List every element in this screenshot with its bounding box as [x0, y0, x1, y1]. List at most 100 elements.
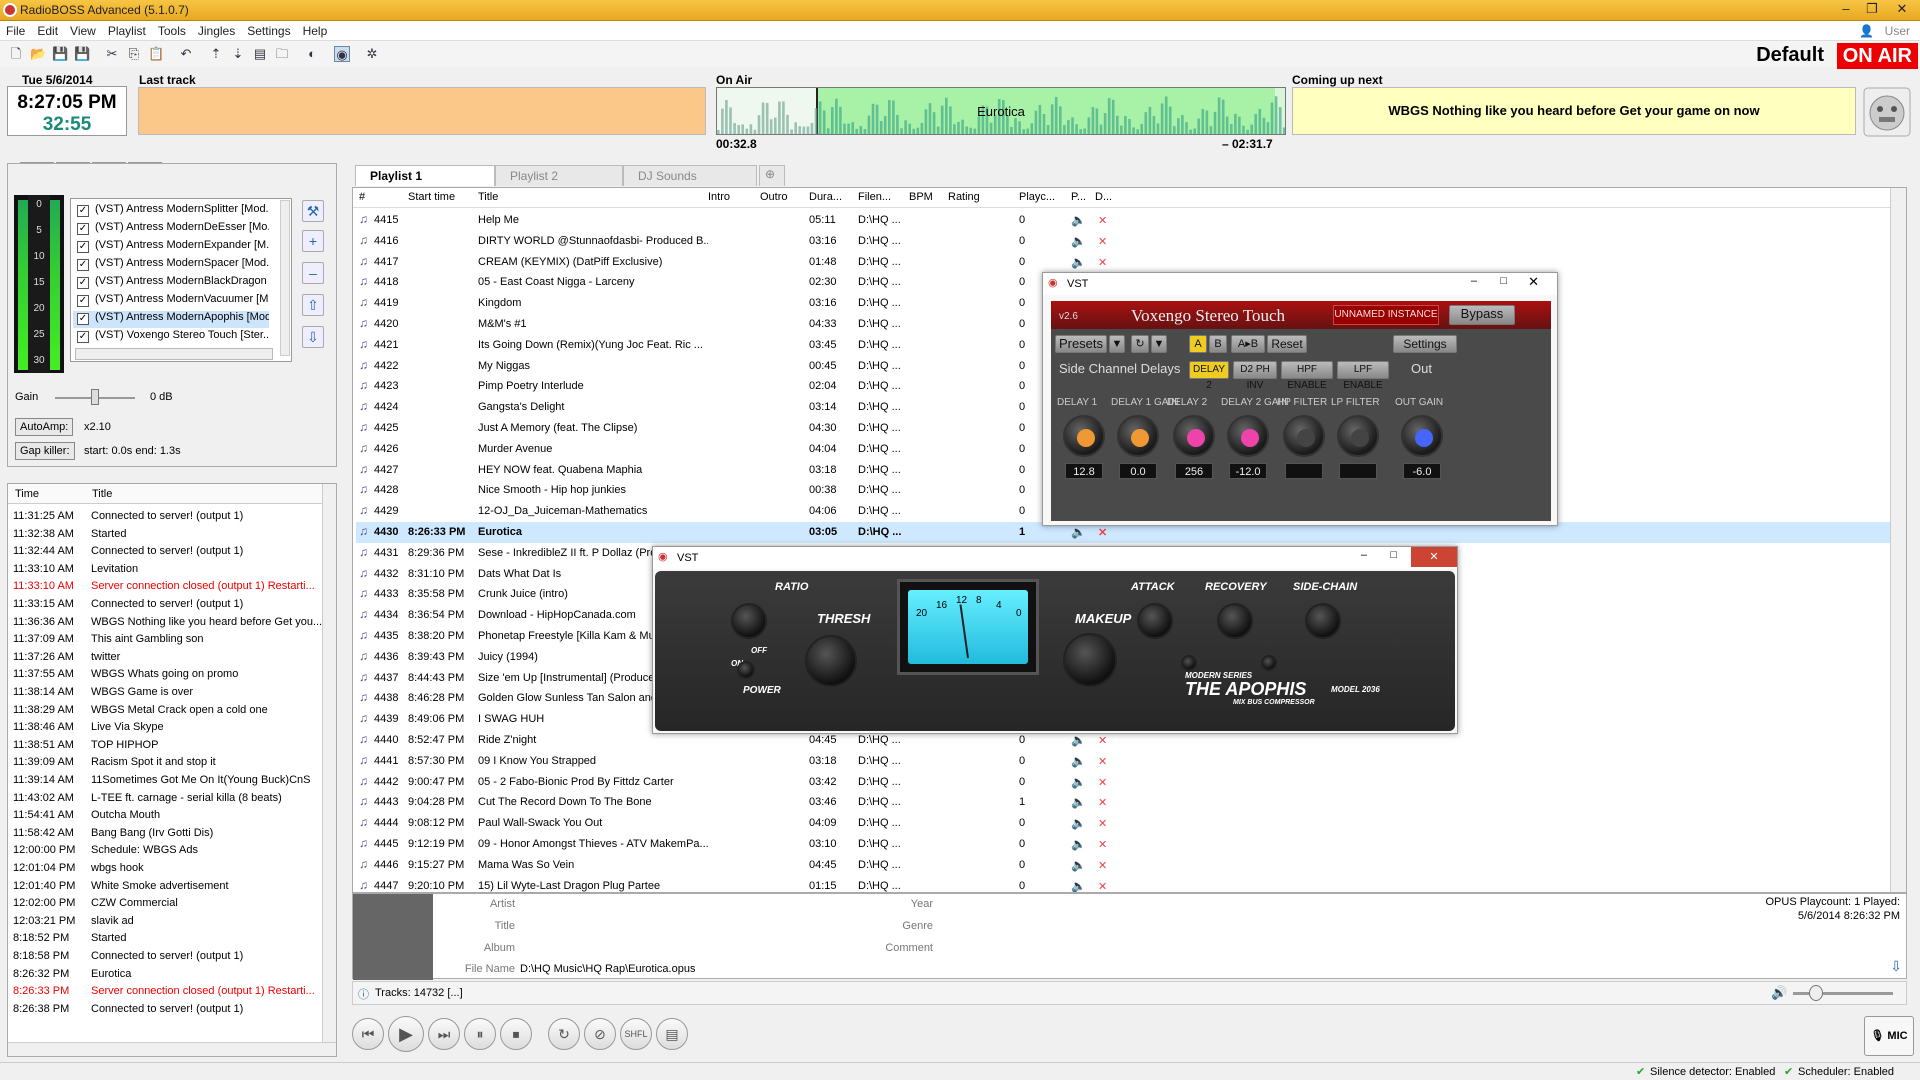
vst1-knob-value[interactable]: 12.8: [1065, 463, 1103, 479]
scheduler-status[interactable]: Scheduler: Enabled: [1798, 1066, 1894, 1078]
log-row[interactable]: 11:33:10 AM Levitation: [13, 563, 331, 580]
playlist-row[interactable]: ♫ 4442 9:00:47 PM 05 - 2 Fabo-Bionic Prod B…: [356, 772, 1896, 793]
delete-icon[interactable]: ✕: [1098, 880, 1107, 892]
log-row[interactable]: 11:32:38 AM Started: [13, 528, 331, 545]
add-effect-button[interactable]: +: [302, 230, 324, 252]
menu-help[interactable]: Help: [297, 21, 334, 41]
log-row[interactable]: 11:32:44 AM Connected to server! (output …: [13, 545, 331, 562]
vst1-a-button[interactable]: A: [1189, 335, 1207, 353]
log-row[interactable]: 12:01:04 PM wbgs hook: [13, 862, 331, 879]
shuffle-button[interactable]: SHFL: [620, 1018, 652, 1050]
gain-slider-thumb[interactable]: [91, 389, 99, 405]
log-row[interactable]: 8:26:32 PM Eurotica: [13, 968, 331, 985]
effect-item[interactable]: ✓ (VST) Antress ModernApophis [Mod...: [73, 311, 269, 328]
vst2-recovery-knob[interactable]: [1217, 603, 1253, 639]
col-intro[interactable]: Intro: [708, 191, 730, 203]
vst1-d2phinv-toggle[interactable]: D2 PH INV: [1233, 361, 1277, 391]
playlist-row[interactable]: ♫ 4417 CREAM (KEYMIX) (DatPiff Exclusive) 0…: [356, 252, 1896, 273]
vst1-knob-value[interactable]: 256: [1175, 463, 1213, 479]
speaker-icon[interactable]: 🔈: [1071, 816, 1086, 830]
copy-icon[interactable]: ⎘: [126, 46, 142, 62]
tab-playlist-2[interactable]: Playlist 2: [495, 165, 623, 186]
vst1-minimize[interactable]: –: [1471, 275, 1477, 287]
playlist-vscrollbar[interactable]: [1890, 188, 1906, 892]
remove-effect-button[interactable]: –: [302, 262, 324, 284]
vst1-hpf-toggle[interactable]: HPF ENABLE: [1281, 361, 1333, 391]
effect-checkbox[interactable]: ✓: [77, 331, 89, 343]
vst1-instance[interactable]: UNNAMED INSTANCE: [1333, 305, 1439, 325]
delete-icon[interactable]: ✕: [1098, 526, 1107, 539]
move-up-button[interactable]: ⇧: [302, 294, 324, 316]
log-row[interactable]: 12:02:00 PM CZW Commercial: [13, 897, 331, 914]
effect-checkbox[interactable]: ✓: [77, 277, 89, 289]
log-row[interactable]: 11:38:51 AM TOP HIPHOP: [13, 739, 331, 756]
log-row[interactable]: 11:37:09 AM This aint Gambling son: [13, 633, 331, 650]
vst1-knob-value[interactable]: -6.0: [1403, 463, 1441, 479]
playlist-row[interactable]: ♫ 4447 9:20:10 PM 15) Lil Wyte-Last Dragon …: [356, 876, 1896, 892]
vst1-refresh-button[interactable]: ↻: [1131, 335, 1149, 353]
log-row[interactable]: 8:18:58 PM Connected to server! (output 1…: [13, 950, 331, 967]
speaker-icon[interactable]: 🔈: [1071, 733, 1086, 747]
on-air-waveform[interactable]: Eurotica: [716, 87, 1286, 135]
menu-file[interactable]: File: [0, 21, 31, 41]
col-bpm[interactable]: BPM: [909, 191, 933, 203]
vst1-knob-value[interactable]: [1285, 463, 1323, 479]
speaker-icon[interactable]: 🔈: [1071, 837, 1086, 851]
effect-item[interactable]: ✓ (VST) Antress ModernExpander [M...: [73, 239, 269, 256]
speaker-icon[interactable]: 🔈: [1071, 879, 1086, 892]
delete-icon[interactable]: ✕: [1098, 256, 1107, 269]
vst1-ab-button[interactable]: A▸B: [1231, 335, 1265, 353]
coming-up-box[interactable]: WBGS Nothing like you heard before Get y…: [1292, 87, 1856, 135]
next-button[interactable]: ⏭: [428, 1018, 460, 1050]
list-button[interactable]: ▤: [656, 1018, 688, 1050]
effect-checkbox[interactable]: ✓: [77, 313, 89, 325]
log-row[interactable]: 8:18:52 PM Started: [13, 932, 331, 949]
playlist-row[interactable]: ♫ 4444 9:08:12 PM Paul Wall-Swack You Out 04…: [356, 813, 1896, 834]
maximize-button[interactable]: ❐: [1860, 1, 1884, 19]
log-header-title[interactable]: Title: [92, 488, 112, 500]
user-label[interactable]: User: [1879, 21, 1916, 41]
delete-icon[interactable]: ✕: [1098, 734, 1107, 747]
menu-jingles[interactable]: Jingles: [192, 21, 241, 41]
move-down-button[interactable]: ⇩: [302, 326, 324, 348]
vst1-knob[interactable]: [1283, 415, 1325, 457]
last-track-box[interactable]: [138, 87, 706, 135]
vst1-reset-button[interactable]: Reset: [1267, 335, 1307, 353]
col-start[interactable]: Start time: [408, 191, 455, 203]
previous-button[interactable]: ⏮: [352, 1018, 384, 1050]
robot-icon[interactable]: [1862, 86, 1912, 138]
log-row[interactable]: 8:26:38 PM Connected to server! (output 1…: [13, 1003, 331, 1020]
disable-button[interactable]: ⊘: [584, 1018, 616, 1050]
effect-item[interactable]: ✓ (VST) Antress ModernSplitter [Mod...: [73, 203, 269, 220]
vst2-maximize[interactable]: □: [1390, 549, 1397, 561]
log-row[interactable]: 11:38:46 AM Live Via Skype: [13, 721, 331, 738]
effect-item[interactable]: ✓ (VST) Antress ModernSpacer [Mod...: [73, 257, 269, 274]
stop-button[interactable]: ⏹: [500, 1018, 532, 1050]
delete-icon[interactable]: ✕: [1098, 796, 1107, 809]
vst1-delay2-toggle[interactable]: DELAY 2: [1189, 361, 1229, 391]
vst2-minimize[interactable]: –: [1361, 549, 1367, 561]
vst1-presets-dropdown[interactable]: ▼: [1109, 335, 1125, 353]
vst1-b-button[interactable]: B: [1209, 335, 1227, 353]
log-header-time[interactable]: Time: [15, 488, 39, 500]
gapkiller-button[interactable]: Gap killer:: [15, 442, 75, 460]
broadcast-icon[interactable]: ◉: [334, 46, 350, 62]
log-row[interactable]: 11:38:29 AM WBGS Metal Crack open a cold …: [13, 704, 331, 721]
log-row[interactable]: 11:58:42 AM Bang Bang (Irv Gotti Dis): [13, 827, 331, 844]
close-button[interactable]: ✕: [1890, 1, 1914, 19]
log-row[interactable]: 12:01:40 PM White Smoke advertisement: [13, 880, 331, 897]
vst2-close[interactable]: ✕: [1411, 547, 1457, 567]
tab-dj-sounds[interactable]: DJ Sounds: [623, 165, 757, 186]
log-row[interactable]: 11:39:14 AM 11Sometimes Got Me On It(Youn…: [13, 774, 331, 791]
vst1-knob[interactable]: [1063, 415, 1105, 457]
playlist-down-icon[interactable]: ⇣: [230, 46, 246, 62]
vst1-knob[interactable]: [1401, 415, 1443, 457]
delete-icon[interactable]: ✕: [1098, 235, 1107, 248]
add-tab-button[interactable]: ⊕: [759, 165, 785, 186]
speaker-icon[interactable]: 🔈: [1071, 775, 1086, 789]
col-outro[interactable]: Outro: [760, 191, 788, 203]
vst1-knob[interactable]: [1117, 415, 1159, 457]
playlist-row[interactable]: ♫ 4416 DIRTY WORLD @Stunnaofdasbi- Produce…: [356, 231, 1896, 252]
delete-icon[interactable]: ✕: [1098, 817, 1107, 830]
effect-checkbox[interactable]: ✓: [77, 259, 89, 271]
